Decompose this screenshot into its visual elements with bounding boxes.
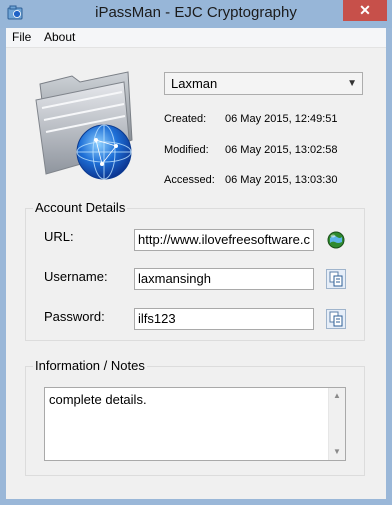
url-field[interactable]: http://www.ilovefreesoftware.c (134, 229, 314, 251)
title-bar[interactable]: iPassMan - EJC Cryptography ✕ (0, 0, 392, 28)
created-label: Created: (164, 113, 207, 125)
close-icon: ✕ (359, 2, 371, 18)
scroll-up-icon[interactable]: ▲ (329, 388, 345, 404)
notes-text: complete details. (49, 392, 147, 407)
password-label: Password: (44, 309, 105, 324)
window-title: iPassMan - EJC Cryptography (95, 4, 297, 21)
created-value: 06 May 2015, 12:49:51 (225, 113, 338, 125)
copy-icon[interactable] (326, 309, 346, 329)
globe-icon[interactable] (326, 230, 346, 250)
profile-select-value: Laxman (171, 76, 218, 91)
scroll-down-icon[interactable]: ▼ (329, 444, 345, 460)
accessed-value: 06 May 2015, 13:03:30 (225, 174, 338, 186)
menu-bar: File About (6, 28, 386, 48)
profile-select[interactable]: Laxman ▼ (164, 72, 363, 95)
menu-about[interactable]: About (44, 30, 75, 44)
notes-legend: Information / Notes (33, 358, 147, 373)
accessed-label: Accessed: (164, 174, 215, 186)
close-button[interactable]: ✕ (343, 0, 387, 21)
username-label: Username: (44, 269, 108, 284)
notes-textarea[interactable]: complete details. ▲ ▼ (44, 387, 346, 461)
copy-icon[interactable] (326, 269, 346, 289)
chevron-down-icon: ▼ (347, 78, 357, 89)
username-field[interactable]: laxmansingh (134, 268, 314, 290)
account-details-legend: Account Details (33, 200, 128, 215)
modified-value: 06 May 2015, 13:02:58 (225, 144, 338, 156)
menu-file[interactable]: File (12, 30, 31, 44)
password-field[interactable]: ilfs123 (134, 308, 314, 330)
notes-scrollbar[interactable]: ▲ ▼ (328, 388, 345, 460)
network-folder-icon (32, 70, 142, 182)
url-label: URL: (44, 229, 74, 244)
modified-label: Modified: (164, 144, 209, 156)
main-panel: Laxman ▼ Created: 06 May 2015, 12:49:51 … (6, 48, 386, 499)
app-window: iPassMan - EJC Cryptography ✕ File About (0, 0, 392, 505)
